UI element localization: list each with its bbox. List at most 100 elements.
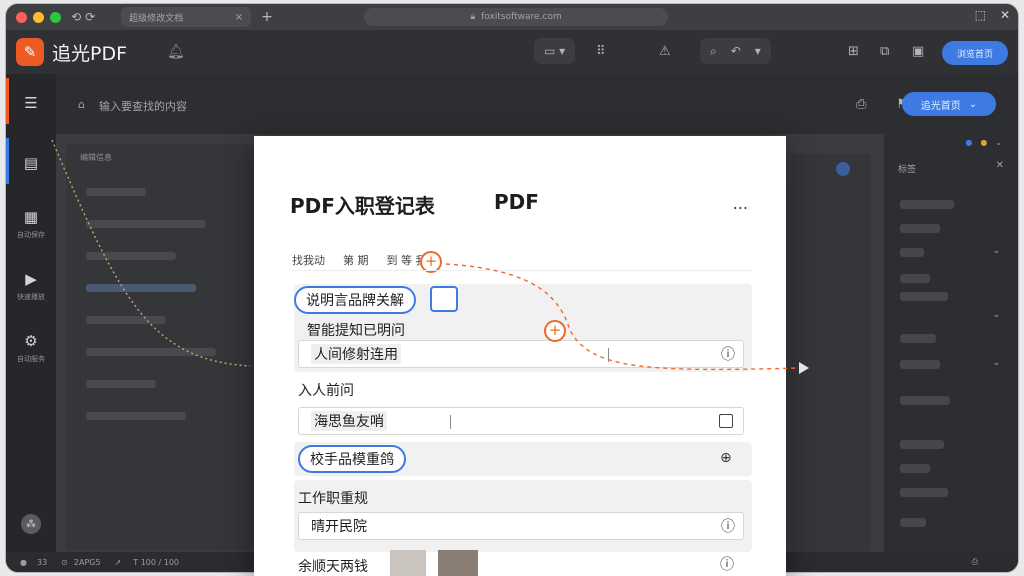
chevron-down-icon[interactable]: ⌄	[992, 310, 1000, 320]
workspace-panel-title: 编辑信息	[80, 153, 112, 162]
workspace-row	[86, 380, 156, 388]
right-panel-item[interactable]	[900, 248, 924, 257]
right-panel-item[interactable]	[900, 464, 930, 473]
form-tab[interactable]: 找我动	[292, 252, 325, 268]
field-value: 人间修射连用	[311, 344, 401, 364]
close-browser-icon[interactable]: ✕	[1000, 8, 1010, 22]
chevron-down-icon: ⌄	[968, 98, 978, 110]
window-icon[interactable]: ▣	[912, 44, 924, 59]
view-mode-group[interactable]: ▭ ▾	[534, 38, 576, 64]
checkbox[interactable]	[719, 414, 733, 428]
search-icon[interactable]: ⌕	[710, 44, 717, 59]
add-icon[interactable]: ⊕	[720, 450, 732, 466]
address-text: foxitsoftware.com	[481, 12, 562, 22]
right-panel-item[interactable]	[900, 292, 948, 301]
chevron-down-icon[interactable]: ⌄	[995, 138, 1002, 147]
right-panel-item[interactable]	[900, 224, 940, 233]
header-primary-button[interactable]: 浏览首页	[942, 41, 1008, 65]
workspace-row	[86, 316, 166, 324]
warning-icon[interactable]: ⚠	[659, 44, 671, 59]
info-icon[interactable]: ⓘ	[721, 344, 735, 364]
search-group[interactable]: ⌕ ↶ ▾	[700, 38, 771, 64]
form-tab[interactable]: 第 期	[343, 252, 369, 268]
right-panel-item[interactable]	[900, 200, 954, 209]
add-icon[interactable]: +	[544, 320, 566, 342]
color-swatch[interactable]	[430, 286, 458, 312]
sidebar-item-edit[interactable]: ▤	[6, 154, 56, 172]
document-toolbar: ⌂ 输入要查找的内容 ⎙ ⚑ 追光首页 ⌄	[56, 74, 1018, 134]
tab-close-icon[interactable]: ×	[235, 12, 243, 23]
right-panel-item[interactable]	[900, 360, 940, 369]
section-label: 工作职重规	[298, 491, 368, 507]
workspace-row	[86, 284, 196, 292]
gear-icon: ⚙	[24, 332, 38, 350]
toolbar-action-button[interactable]: 追光首页 ⌄	[902, 92, 996, 116]
right-panel-item[interactable]	[900, 518, 926, 527]
info-icon[interactable]: ⓘ	[720, 554, 734, 574]
text-input[interactable]: 海思鱼友哨	[298, 407, 744, 435]
layout-icon[interactable]: ▭ ▾	[544, 44, 565, 58]
toolbar-icons: ⎙ ⚑	[856, 97, 908, 112]
right-panel-item[interactable]	[900, 396, 950, 405]
bell-icon[interactable]: 🔔︎	[167, 44, 185, 60]
lock-icon: 🔒︎	[470, 12, 476, 22]
sidebar-item-play[interactable]: ▶ 快速播放	[6, 270, 56, 302]
workspace-badge	[836, 162, 850, 176]
address-bar[interactable]: 🔒︎ foxitsoftware.com	[364, 8, 668, 26]
right-panel-item[interactable]	[900, 274, 930, 283]
text-input[interactable]: 人间修射连用 ⓘ	[298, 340, 744, 368]
color-dot-orange[interactable]: ●	[980, 138, 987, 147]
avatar[interactable]: ⁂	[21, 514, 41, 534]
chevron-down-icon[interactable]: ⌄	[992, 358, 1000, 368]
right-panel: ● ● ⌄ 标签 ✕ ⌄ ⌄ ⌄	[884, 134, 1018, 552]
field-value: 海思鱼友哨	[311, 411, 387, 431]
new-tab-button[interactable]: +	[261, 9, 273, 25]
undo-icon[interactable]: ↶	[731, 44, 741, 58]
sidebar-item-label: 自动保存	[17, 231, 45, 239]
text-input[interactable]: 晴开民院 ⓘ	[298, 512, 744, 540]
field-value: 说明言品牌关解	[306, 293, 404, 309]
timer-icon: ⊙	[61, 557, 68, 567]
thumbnail-image[interactable]	[438, 550, 478, 576]
share-icon[interactable]: ➚	[115, 558, 122, 567]
status-mid: 2APG5	[73, 557, 101, 567]
color-dot-blue[interactable]: ●	[965, 138, 972, 147]
print-icon[interactable]: ⎙	[972, 557, 978, 567]
form-title-secondary: PDF	[494, 190, 539, 214]
text-cursor	[608, 348, 609, 362]
workspace-right-panel	[791, 154, 871, 552]
form-tabs: 找我动 第 期 到 等 我	[292, 252, 427, 268]
sidebar-item-label: 自动服务	[17, 355, 45, 363]
close-icon[interactable]: ✕	[996, 160, 1004, 171]
text-cursor	[450, 415, 451, 429]
back-icon[interactable]: ⟲	[71, 10, 81, 24]
right-panel-item[interactable]	[900, 488, 948, 497]
share-icon[interactable]: ⬚	[975, 8, 986, 22]
chevron-down-icon[interactable]: ⌄	[992, 246, 1000, 256]
text-field-pill[interactable]: 校手品模重鸽	[298, 445, 406, 473]
status-left: 33	[36, 557, 48, 567]
field-value: 晴开民院	[311, 519, 367, 535]
apps-icon[interactable]: ⊞	[848, 44, 859, 59]
maximize-window-button[interactable]	[50, 11, 61, 23]
minimize-window-button[interactable]	[33, 11, 44, 23]
info-icon[interactable]: ⓘ	[721, 516, 735, 536]
export-icon[interactable]: ⎙	[856, 97, 866, 112]
browser-tab[interactable]: 超级修改文档 ×	[121, 7, 252, 27]
right-panel-item[interactable]	[900, 334, 936, 343]
sidebar-item-autosave[interactable]: ▦ 自动保存	[6, 208, 56, 240]
reload-icon[interactable]: ⟳	[85, 10, 95, 24]
more-options-button[interactable]: ...	[733, 194, 748, 213]
thumbnail-image[interactable]	[390, 550, 426, 576]
section-label: 入人前问	[298, 383, 354, 399]
grid-icon[interactable]: ⠿	[596, 44, 606, 59]
sidebar-item-files[interactable]: ☰	[6, 94, 56, 112]
copy-icon[interactable]: ⧉	[880, 44, 889, 59]
text-field-pill[interactable]: 说明言品牌关解	[294, 286, 416, 314]
right-panel-item[interactable]	[900, 440, 944, 449]
home-icon[interactable]: ⌂	[78, 98, 85, 114]
breadcrumb-text[interactable]: 输入要查找的内容	[99, 98, 187, 114]
sidebar-item-service[interactable]: ⚙ 自动服务	[6, 332, 56, 364]
chevron-down-icon[interactable]: ▾	[755, 44, 761, 58]
close-window-button[interactable]	[16, 11, 27, 23]
